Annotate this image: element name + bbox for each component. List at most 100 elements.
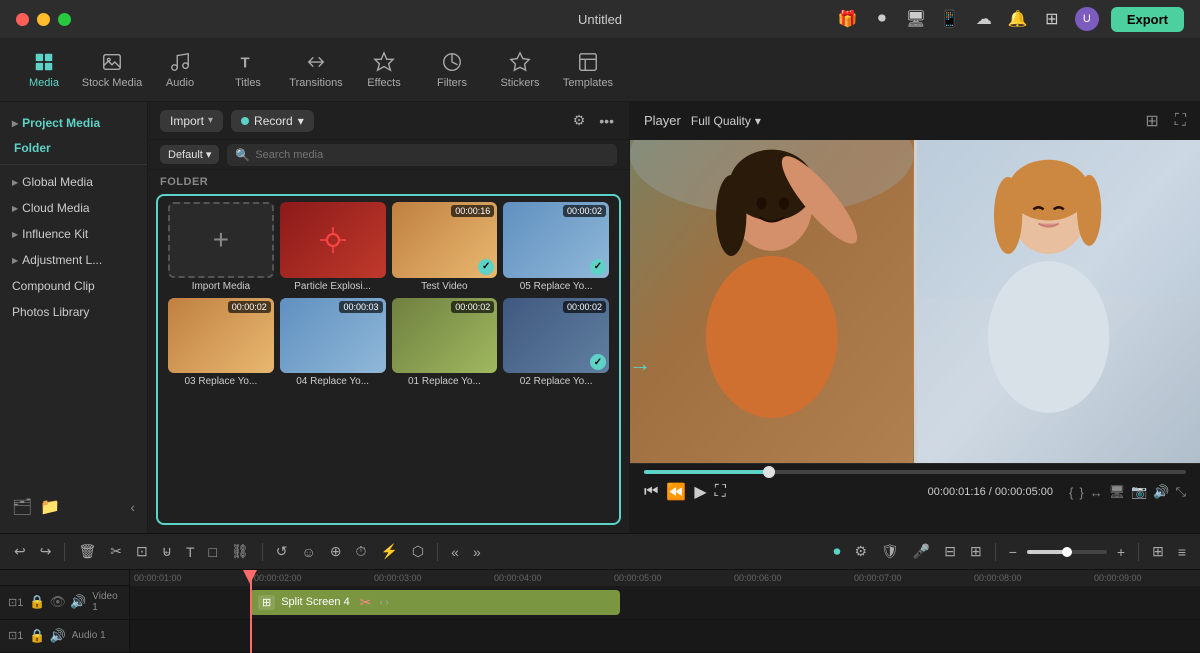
particle-thumb — [280, 202, 386, 278]
fullscreen-icon[interactable]: ⛶ — [1175, 112, 1186, 130]
text-button[interactable]: T — [182, 542, 199, 562]
skip-back-button[interactable]: ⏮ — [644, 483, 658, 501]
mark-in-icon[interactable]: ↔ — [1090, 484, 1103, 500]
minimize-button[interactable] — [37, 13, 50, 26]
more-player-icon[interactable]: ⤡ — [1176, 484, 1186, 500]
speed-button[interactable]: ⚡ — [376, 541, 401, 562]
tab-stock-media[interactable]: Stock Media — [80, 43, 144, 97]
tl-icon1[interactable]: ⊟ — [940, 541, 960, 562]
more-options-icon[interactable]: ••• — [596, 110, 617, 132]
record-tl-button[interactable]: ⏺ — [829, 541, 844, 562]
tab-audio[interactable]: Audio — [148, 43, 212, 97]
media-replace-button[interactable]: ⊕ — [326, 541, 346, 562]
media-item-replace01[interactable]: 00:00:02 01 Replace Yo... — [392, 298, 498, 388]
undo-button[interactable]: ↩ — [10, 541, 30, 562]
phone-icon[interactable]: 📱 — [939, 8, 961, 30]
zoom-out-button[interactable]: − — [1005, 542, 1021, 562]
maximize-button[interactable] — [58, 13, 71, 26]
track-eye-icon[interactable]: 👁 — [50, 594, 67, 610]
sidebar-item-photos-library[interactable]: Photos Library — [0, 299, 147, 325]
timer-button[interactable]: ⏱ — [352, 541, 371, 562]
snapshot-icon[interactable]: 📷 — [1131, 484, 1147, 500]
tab-titles[interactable]: T Titles — [216, 43, 280, 97]
zoom-knob[interactable] — [1062, 547, 1072, 557]
split-audio-button[interactable]: ⊌ — [158, 541, 176, 562]
tab-filters[interactable]: Filters — [420, 43, 484, 97]
search-input[interactable] — [255, 149, 609, 161]
close-button[interactable] — [16, 13, 29, 26]
redo-button[interactable]: ↪ — [36, 541, 56, 562]
link-button[interactable]: ⛓ — [227, 541, 253, 562]
tab-effects[interactable]: Effects — [352, 43, 416, 97]
fullscreen-player-button[interactable]: ⛶ — [715, 483, 726, 501]
media-item-test[interactable]: 00:00:16 ✓ Test Video — [392, 202, 498, 292]
shield-button[interactable]: 🛡 — [877, 541, 903, 562]
test-video-duration: 00:00:16 — [451, 205, 494, 217]
media-item-particle[interactable]: Particle Explosi... — [280, 202, 386, 292]
color-match-button[interactable]: ⬡ — [408, 541, 428, 562]
filter-icon[interactable]: ⚙ — [570, 109, 589, 132]
monitor-out-icon[interactable]: 🖥 — [1109, 484, 1126, 500]
audio-icon[interactable]: 🔊 — [1153, 484, 1169, 500]
grid-tl-button[interactable]: ⊞ — [1148, 541, 1168, 562]
sidebar-item-global-media[interactable]: ▶ Global Media — [0, 169, 147, 195]
frame-back-button[interactable]: ⏪ — [666, 482, 686, 502]
progress-knob[interactable] — [763, 466, 775, 478]
media-item-replace03[interactable]: 00:00:02 03 Replace Yo... — [168, 298, 274, 388]
default-dropdown-button[interactable]: Default ▾ — [160, 145, 219, 164]
import-button[interactable]: Import ▾ — [160, 110, 223, 132]
mic-button[interactable]: 🎤 — [909, 541, 934, 562]
delete-button[interactable]: 🗑 — [74, 541, 100, 562]
sidebar-folder[interactable]: Folder — [0, 136, 147, 160]
monitor-icon[interactable]: 🖥 — [905, 8, 927, 30]
more-tl-left-button[interactable]: « — [447, 542, 463, 562]
rectangle-button[interactable]: □ — [205, 542, 221, 562]
sidebar-item-project-media[interactable]: ▶ Project Media — [0, 110, 147, 136]
sidebar-item-influence-kit[interactable]: ▶ Influence Kit — [0, 221, 147, 247]
cloud-icon[interactable]: ☁ — [973, 8, 995, 30]
zoom-in-button[interactable]: + — [1113, 542, 1129, 562]
audio-track-mute-icon[interactable]: 🔊 — [50, 628, 66, 644]
transform-button[interactable]: ⊡ — [132, 541, 152, 562]
tl-icon2[interactable]: ⊞ — [966, 541, 986, 562]
emoji-button[interactable]: ☺ — [298, 542, 320, 562]
timeline-clip[interactable]: ⊞ Split Screen 4 ✂ ‹ › — [250, 590, 620, 615]
media-item-replace04[interactable]: 00:00:03 04 Replace Yo... — [280, 298, 386, 388]
progress-bar[interactable] — [644, 470, 1186, 474]
bracket-left-icon[interactable]: { — [1069, 484, 1073, 500]
gift-icon[interactable]: 🎁 — [837, 8, 859, 30]
tab-transitions-label: Transitions — [289, 77, 342, 89]
bell-icon[interactable]: 🔔 — [1007, 8, 1029, 30]
tab-media[interactable]: Media — [12, 43, 76, 97]
export-button[interactable]: Export — [1111, 7, 1184, 32]
media-item-replace02[interactable]: 00:00:02 ✓ 02 Replace Yo... — [503, 298, 609, 388]
bracket-right-icon[interactable]: } — [1079, 484, 1083, 500]
tab-templates[interactable]: Templates — [556, 43, 620, 97]
media-item-replace05[interactable]: 00:00:02 ✓ 05 Replace Yo... — [503, 202, 609, 292]
record-button[interactable]: Record ▾ — [231, 110, 314, 132]
sidebar-item-adjustment[interactable]: ▶ Adjustment L... — [0, 247, 147, 273]
quality-dropdown[interactable]: Full Quality ▾ — [691, 114, 761, 128]
tab-stickers[interactable]: Stickers — [488, 43, 552, 97]
cut-button[interactable]: ✂ — [106, 541, 126, 562]
more-tl-button[interactable]: ≡ — [1174, 542, 1190, 562]
tab-transitions[interactable]: Transitions — [284, 43, 348, 97]
sidebar-item-cloud-media[interactable]: ▶ Cloud Media — [0, 195, 147, 221]
sidebar-item-compound-clip[interactable]: Compound Clip — [0, 273, 147, 299]
track-lock-icon[interactable]: 🔒 — [29, 594, 45, 610]
rotate-left-button[interactable]: ↺ — [272, 541, 292, 562]
settings-tl-button[interactable]: ⚙ — [850, 541, 871, 562]
track-volume-icon[interactable]: 🔊 — [70, 594, 86, 610]
zoom-bar[interactable] — [1027, 550, 1107, 554]
avatar[interactable]: U — [1075, 7, 1099, 31]
grid-view-icon[interactable]: ⊞ — [1145, 111, 1158, 131]
new-folder-icon[interactable]: 🗂 — [12, 497, 32, 517]
record-circle-icon[interactable]: ⏺ — [871, 8, 893, 30]
media-item-import[interactable]: + Import Media — [168, 202, 274, 292]
add-folder-icon[interactable]: 📁 — [40, 497, 60, 517]
audio-track-lock-icon[interactable]: 🔒 — [29, 628, 45, 644]
grid-icon[interactable]: ⊞ — [1041, 8, 1063, 30]
play-button[interactable]: ▶ — [694, 482, 706, 502]
more-tl-right-button[interactable]: » — [469, 542, 485, 562]
sidebar-collapse-icon[interactable]: ‹ — [130, 499, 135, 515]
